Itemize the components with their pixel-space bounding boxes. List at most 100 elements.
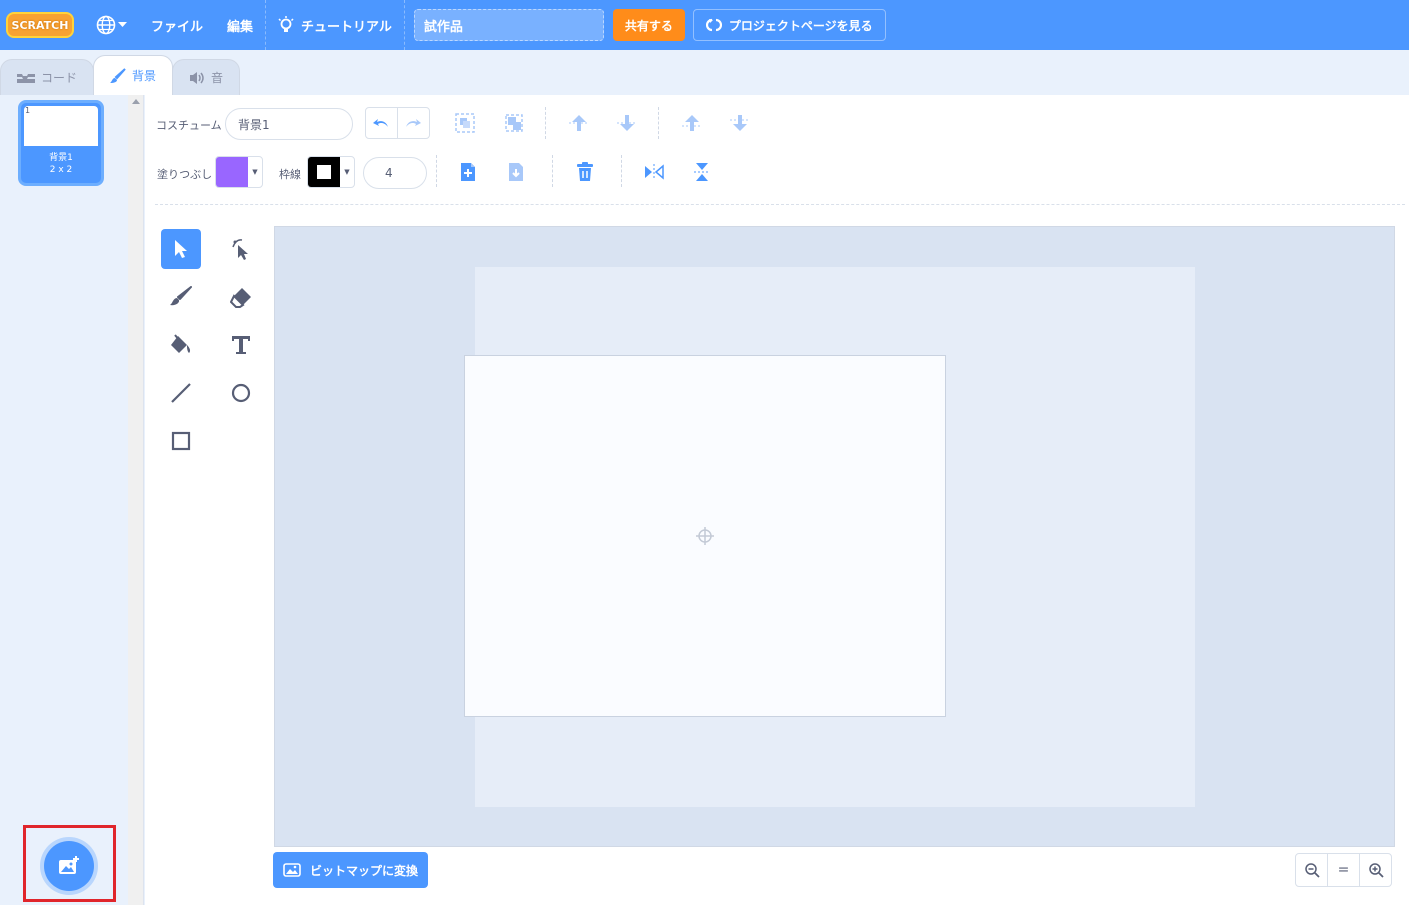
ungroup-icon: [505, 114, 523, 132]
toolbar-divider: [658, 107, 659, 139]
backdrop-list-scrollbar[interactable]: [128, 95, 144, 905]
see-project-page-label: プロジェクトページを見る: [728, 18, 873, 33]
tutorials-button[interactable]: チュートリアル: [266, 0, 404, 50]
select-tool[interactable]: [161, 229, 201, 269]
brush-tool[interactable]: [161, 277, 201, 317]
text-t-icon: [232, 336, 250, 354]
paint-bucket-icon: [171, 334, 191, 353]
tab-sounds-label: 音: [211, 71, 224, 85]
backdrop-name: 背景1: [49, 153, 73, 163]
front-icon: [682, 115, 702, 131]
backdrop-item[interactable]: 1 背景1 2 x 2: [18, 100, 104, 186]
redo-icon: [406, 119, 422, 127]
tab-backdrops-label: 背景: [132, 69, 157, 83]
ungroup-button[interactable]: [500, 109, 528, 137]
forward-icon: [569, 115, 589, 131]
costume-name-input[interactable]: 背景1: [225, 108, 353, 140]
toolbar-divider: [436, 155, 437, 187]
rectangle-tool[interactable]: [161, 421, 201, 461]
zoom-in-button[interactable]: [1359, 854, 1391, 886]
zoom-out-button[interactable]: [1296, 854, 1327, 886]
redo-button[interactable]: [398, 108, 429, 138]
share-button[interactable]: 共有する: [612, 9, 685, 41]
reshape-icon: [232, 239, 248, 260]
zoom-controls: =: [1295, 853, 1392, 887]
reshape-tool[interactable]: [221, 229, 261, 269]
text-tool[interactable]: [221, 325, 261, 365]
zoom-out-icon: [1304, 863, 1320, 878]
tab-code-label: コード: [41, 71, 78, 85]
language-menu[interactable]: [84, 0, 139, 50]
convert-to-bitmap-label: ビットマップに変換: [310, 863, 419, 878]
line-tool[interactable]: [161, 373, 201, 413]
menu-divider: [403, 0, 405, 50]
zoom-reset-button[interactable]: =: [1327, 854, 1359, 886]
toolbar-divider: [621, 155, 622, 187]
tab-backdrops[interactable]: 背景: [93, 55, 174, 95]
stroke-width-input[interactable]: 4: [363, 157, 427, 189]
scratch-logo[interactable]: SCRATCH: [6, 12, 74, 38]
eraser-tool[interactable]: [221, 277, 261, 317]
eraser-icon: [230, 288, 251, 308]
bitmap-image-icon: [283, 863, 301, 877]
flip-vertical-button[interactable]: [688, 158, 716, 186]
tab-sounds[interactable]: 音: [172, 59, 241, 95]
circle-tool[interactable]: [221, 373, 261, 413]
undo-icon: [373, 119, 389, 127]
select-arrow-icon: [175, 240, 187, 258]
backdrop-size: 2 x 2: [49, 165, 73, 175]
file-menu[interactable]: ファイル: [139, 0, 215, 50]
back-button[interactable]: [726, 109, 754, 137]
flip-horizontal-icon: [645, 164, 664, 180]
project-page-icon: [705, 18, 722, 32]
delete-button[interactable]: [571, 158, 599, 186]
undo-redo-group: [365, 107, 430, 139]
backdrop-number: 1: [25, 106, 31, 115]
backdrop-list: [0, 95, 128, 905]
toolbar-divider: [545, 107, 546, 139]
code-icon: [17, 73, 35, 83]
undo-button[interactable]: [366, 108, 398, 138]
costume-name-label: コスチューム: [156, 119, 222, 132]
fill-color-picker[interactable]: ▼: [215, 156, 263, 188]
group-button[interactable]: [451, 109, 479, 137]
copy-button[interactable]: [454, 158, 482, 186]
project-title-input[interactable]: 試作品: [413, 9, 604, 41]
edit-menu[interactable]: 編集: [215, 0, 265, 50]
group-icon: [455, 113, 475, 133]
backward-icon: [617, 115, 637, 131]
zoom-in-icon: [1368, 863, 1384, 878]
outline-color-swatch: [308, 157, 340, 187]
tutorials-label: チュートリアル: [301, 19, 392, 35]
tab-code[interactable]: コード: [0, 59, 95, 95]
brush-icon: [110, 67, 126, 83]
forward-button[interactable]: [565, 109, 593, 137]
toolbar-separator: [155, 204, 1405, 205]
outline-dropdown-arrow-icon: ▼: [344, 168, 350, 176]
fill-tool[interactable]: [161, 325, 201, 365]
fill-color-swatch: [216, 157, 248, 187]
toolbar-divider: [552, 155, 553, 187]
speaker-icon: [190, 71, 204, 84]
outline-label: 枠線: [279, 168, 301, 181]
paste-button[interactable]: [502, 158, 530, 186]
rotation-center-icon: [696, 527, 714, 545]
canvas-stage[interactable]: [464, 355, 946, 717]
lightbulb-icon: [278, 16, 294, 32]
outline-color-picker[interactable]: ▼: [307, 156, 355, 188]
globe-icon: [96, 15, 116, 35]
flip-horizontal-button[interactable]: [640, 158, 668, 186]
paintbrush-icon: [170, 286, 192, 306]
convert-to-bitmap-button[interactable]: ビットマップに変換: [273, 852, 429, 888]
editor-tabs: コード 背景 音: [0, 52, 241, 95]
backward-button[interactable]: [613, 109, 641, 137]
paint-editor: コスチューム 背景1 塗りつぶし ▼ 枠線 ▼ 4 ビットマップに変換 =: [145, 95, 1409, 905]
scroll-up-arrow-icon[interactable]: [132, 99, 140, 104]
see-project-page-button[interactable]: プロジェクトページを見る: [692, 9, 886, 41]
front-button[interactable]: [678, 109, 706, 137]
line-icon: [171, 383, 191, 403]
fill-label: 塗りつぶし: [157, 168, 213, 181]
fill-dropdown-arrow-icon: ▼: [252, 168, 258, 176]
flip-vertical-icon: [694, 163, 710, 181]
backdrop-thumbnail: [24, 106, 98, 146]
